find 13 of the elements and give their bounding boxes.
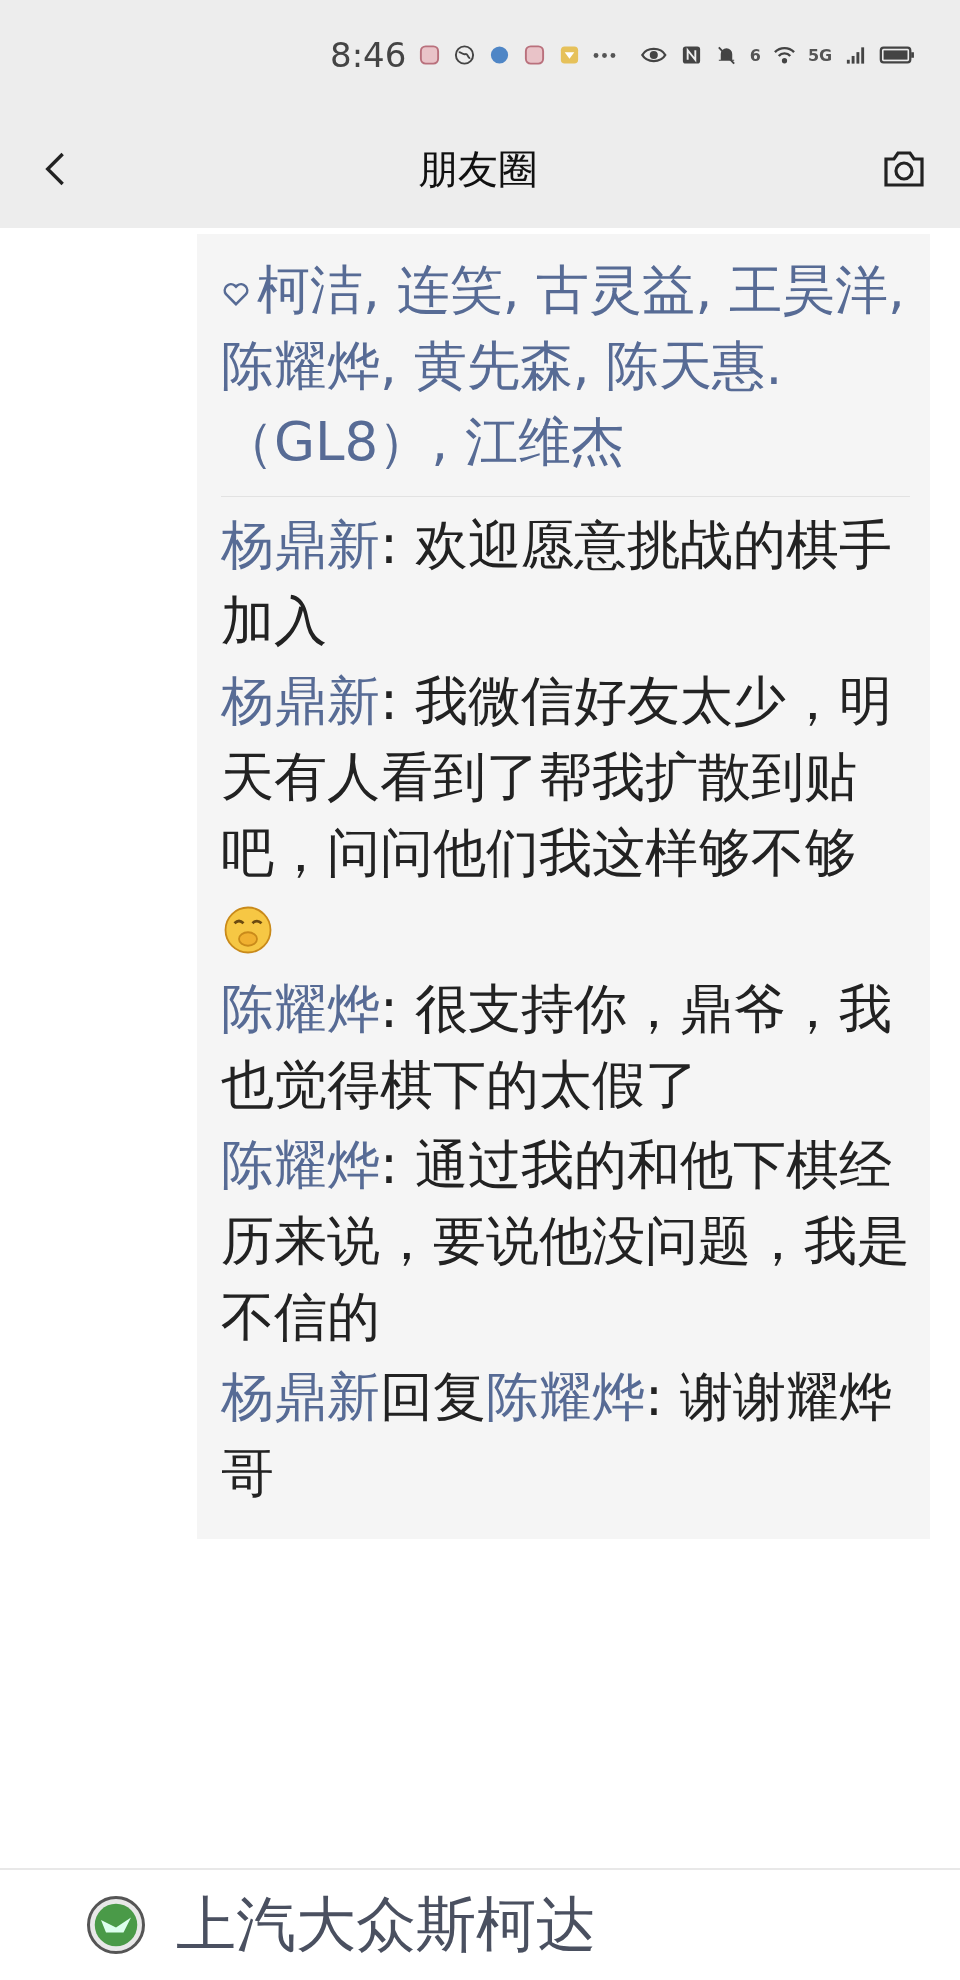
comment[interactable]: 杨鼎新: 我微信好友太少，明天有人看到了帮我扩散到贴吧，问问他们我这样够不够 xyxy=(221,663,910,967)
comment[interactable]: 杨鼎新回复陈耀烨: 谢谢耀烨哥 xyxy=(221,1359,910,1511)
likes-list: 柯洁, 连笑, 古灵益, 王昊洋, 陈耀烨, 黄先森, 陈天惠.（GL8）, 江维杰 xyxy=(221,252,910,497)
advertiser-name[interactable]: 上汽大众斯柯达 xyxy=(176,1884,596,1966)
more-icon xyxy=(593,51,617,59)
page-title: 朋友圈 xyxy=(418,144,538,194)
wifi-label: 6 xyxy=(749,45,761,65)
comment[interactable]: 陈耀烨: 很支持你，鼎爷，我也觉得棋下的太假了 xyxy=(221,971,910,1123)
comment[interactable]: 杨鼎新: 欢迎愿意挑战的棋手加入 xyxy=(221,507,910,659)
network-label: 5G xyxy=(807,45,833,65)
logo-icon xyxy=(86,1895,146,1955)
comment[interactable]: 陈耀烨: 通过我的和他下棋经历来说，要说他没问题，我是不信的 xyxy=(221,1127,910,1355)
status-time: 8:46 xyxy=(330,35,407,75)
